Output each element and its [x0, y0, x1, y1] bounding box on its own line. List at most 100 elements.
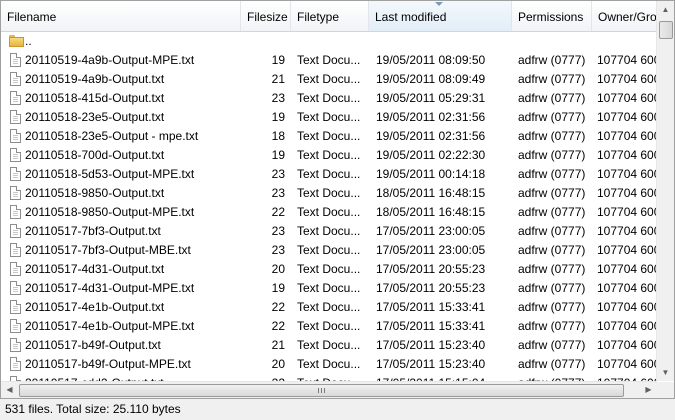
scroll-up-arrow-icon[interactable]: ▲	[657, 1, 674, 18]
scroll-left-arrow-icon[interactable]: ◀	[1, 382, 18, 398]
text-file-icon	[10, 91, 21, 105]
file-permissions: adfrw (0777)	[518, 300, 586, 314]
column-header-permissions[interactable]: Permissions	[512, 1, 592, 31]
file-modified: 17/05/2011 15:23:40	[376, 338, 486, 352]
file-name: 20110517-7bf3-Output.txt	[25, 224, 161, 238]
file-modified: 17/05/2011 20:55:23	[376, 281, 486, 295]
text-file-icon	[10, 186, 21, 200]
file-name: 20110517-b49f-Output-MPE.txt	[25, 357, 191, 371]
file-type: Text Docu...	[297, 243, 361, 257]
file-row[interactable]: 20110519-4a9b-Output-MPE.txt 19 Text Docu.…	[1, 51, 657, 70]
parent-directory-row[interactable]: ..	[1, 32, 657, 51]
file-row[interactable]: 20110518-5d53-Output-MPE.txt 23 Text Docu.…	[1, 165, 657, 184]
file-permissions: adfrw (0777)	[518, 53, 586, 67]
file-modified: 19/05/2011 02:22:30	[376, 148, 486, 162]
file-size: 21	[271, 338, 285, 352]
file-type: Text Docu...	[297, 148, 361, 162]
text-file-icon	[10, 148, 21, 162]
horizontal-scroll-thumb[interactable]	[19, 384, 624, 397]
file-row[interactable]: 20110517-4d31-Output.txt 20 Text Docu... 17…	[1, 260, 657, 279]
file-size: 19	[271, 53, 285, 67]
remote-file-list[interactable]: Filename Filesize Filetype Last modified…	[0, 0, 675, 399]
file-type: Text Docu...	[297, 319, 361, 333]
file-row[interactable]: 20110518-9850-Output.txt 23 Text Docu... 18…	[1, 184, 657, 203]
text-file-icon	[10, 129, 21, 143]
file-modified: 19/05/2011 05:29:31	[376, 91, 486, 105]
column-header-filesize[interactable]: Filesize	[241, 1, 291, 31]
file-row[interactable]: 20110518-23e5-Output - mpe.txt 18 Text Doc…	[1, 127, 657, 146]
file-owner: 107704 600	[597, 300, 657, 314]
file-rows: .. 20110519-4a9b-Output-MPE.txt 19 Text Do…	[1, 32, 657, 382]
file-owner: 107704 600	[597, 243, 657, 257]
file-permissions: adfrw (0777)	[518, 72, 586, 86]
file-name: 20110517-4e1b-Output.txt	[25, 300, 165, 314]
file-modified: 17/05/2011 23:00:05	[376, 224, 486, 238]
file-row[interactable]: 20110517-b49f-Output-MPE.txt 20 Text Docu.…	[1, 355, 657, 374]
file-modified: 19/05/2011 02:31:56	[376, 129, 486, 143]
file-owner: 107704 600	[597, 319, 657, 333]
text-file-icon	[10, 357, 21, 371]
file-owner: 107704 600	[597, 357, 657, 371]
file-owner: 107704 600	[597, 129, 657, 143]
text-file-icon	[10, 205, 21, 219]
file-owner: 107704 600	[597, 281, 657, 295]
file-row[interactable]: 20110517-7bf3-Output-MBE.txt 23 Text Docu.…	[1, 241, 657, 260]
file-row[interactable]: 20110519-4a9b-Output.txt 21 Text Docu... 19…	[1, 70, 657, 89]
file-name: 20110518-9850-Output.txt	[25, 186, 165, 200]
file-size: 19	[271, 148, 285, 162]
file-size: 22	[271, 300, 285, 314]
folder-icon	[9, 35, 24, 47]
text-file-icon	[10, 338, 21, 352]
file-size: 19	[271, 110, 285, 124]
file-row[interactable]: 20110517-4d31-Output-MPE.txt 19 Text Docu.…	[1, 279, 657, 298]
file-owner: 107704 600	[597, 91, 657, 105]
file-name: 20110518-23e5-Output - mpe.txt	[25, 129, 199, 143]
column-header-filename[interactable]: Filename	[1, 1, 241, 31]
vertical-scrollbar[interactable]: ▲ ▼	[656, 1, 674, 381]
file-row[interactable]: 20110518-23e5-Output.txt 19 Text Docu... 19…	[1, 108, 657, 127]
file-row[interactable]: 20110517-4e1b-Output.txt 22 Text Docu... 17…	[1, 298, 657, 317]
file-row[interactable]: 20110518-700d-Output.txt 19 Text Docu... 19…	[1, 146, 657, 165]
file-owner: 107704 600	[597, 186, 657, 200]
file-permissions: adfrw (0777)	[518, 205, 586, 219]
file-type: Text Docu...	[297, 338, 361, 352]
file-type: Text Docu...	[297, 129, 361, 143]
file-size: 22	[271, 205, 285, 219]
file-name: 20110517-b49f-Output.txt	[25, 338, 161, 352]
text-file-icon	[10, 281, 21, 295]
file-size: 23	[271, 224, 285, 238]
text-file-icon	[10, 224, 21, 238]
file-owner: 107704 600	[597, 205, 657, 219]
file-owner: 107704 600	[597, 110, 657, 124]
file-type: Text Docu...	[297, 53, 361, 67]
file-owner: 107704 600	[597, 72, 657, 86]
file-row[interactable]: 20110518-415d-Output.txt 23 Text Docu... 19…	[1, 89, 657, 108]
file-row[interactable]: 20110518-9850-Output-MPE.txt 22 Text Docu.…	[1, 203, 657, 222]
scroll-right-arrow-icon[interactable]: ▶	[640, 382, 657, 398]
text-file-icon	[10, 262, 21, 276]
vertical-scroll-thumb[interactable]	[659, 21, 673, 39]
file-permissions: adfrw (0777)	[518, 91, 586, 105]
file-row[interactable]: 20110517-7bf3-Output.txt 23 Text Docu... 17…	[1, 222, 657, 241]
text-file-icon	[10, 319, 21, 333]
text-file-icon	[10, 167, 21, 181]
file-owner: 107704 600	[597, 53, 657, 67]
horizontal-scrollbar[interactable]: ◀ ▶	[1, 381, 657, 398]
text-file-icon	[10, 300, 21, 314]
file-modified: 19/05/2011 08:09:49	[376, 72, 486, 86]
text-file-icon	[10, 243, 21, 257]
column-header-filetype[interactable]: Filetype	[291, 1, 369, 31]
file-row[interactable]: 20110517-b49f-Output.txt 21 Text Docu... 17…	[1, 336, 657, 355]
column-header-last-modified[interactable]: Last modified	[369, 1, 512, 31]
file-size: 18	[271, 129, 285, 143]
column-header-owner-group[interactable]: Owner/Gro...	[592, 1, 657, 31]
file-modified: 17/05/2011 15:23:40	[376, 357, 486, 371]
file-size: 23	[271, 243, 285, 257]
file-size: 20	[271, 262, 285, 276]
scroll-down-arrow-icon[interactable]: ▼	[657, 364, 674, 381]
file-name: 20110517-7bf3-Output-MBE.txt	[25, 243, 191, 257]
text-file-icon	[10, 110, 21, 124]
file-modified: 19/05/2011 08:09:50	[376, 53, 486, 67]
file-type: Text Docu...	[297, 167, 361, 181]
file-row[interactable]: 20110517-4e1b-Output-MPE.txt 22 Text Docu.…	[1, 317, 657, 336]
